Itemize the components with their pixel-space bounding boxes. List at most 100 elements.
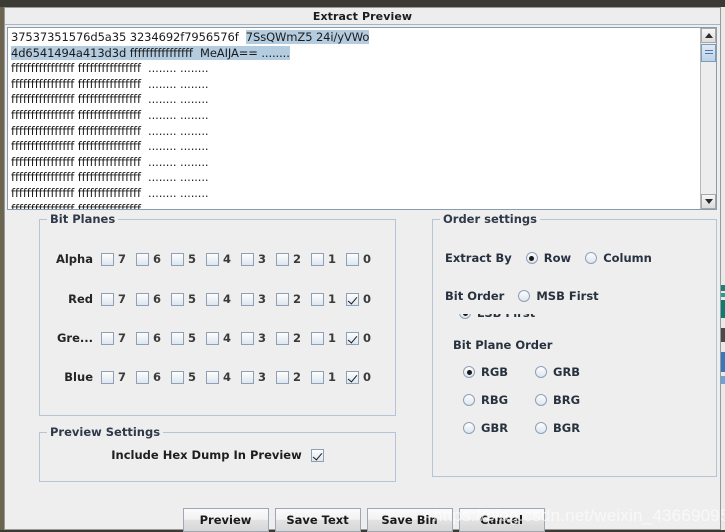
bit-plane-cell: 5 (171, 370, 206, 384)
hex-dump-ascii: ........ ........ (148, 139, 209, 154)
radio-brg[interactable] (535, 394, 547, 406)
bit-plane-channel-label: Gre... (56, 331, 93, 345)
radio-column[interactable] (585, 252, 598, 264)
include-hex-dump-row[interactable]: Include Hex Dump In Preview (39, 444, 396, 466)
checkbox-blue-bit5[interactable] (171, 370, 184, 384)
checkbox-red-bit4[interactable] (206, 292, 219, 306)
bit-plane-order-rgb-label: RGB (481, 365, 509, 379)
bit-plane-cell: 4 (206, 252, 241, 266)
checkbox-alpha-bit0[interactable] (346, 252, 359, 266)
bit-plane-order-option-grb[interactable]: GRB (535, 365, 607, 379)
bit-plane-order-options: RGB GRB RBG BRG GBR BGR (463, 365, 607, 435)
hex-dump-ascii: 7SsQWmZ5 24i/yVWo (245, 30, 370, 44)
hex-dump-ascii: ........ ........ (148, 170, 209, 185)
cancel-button[interactable]: Cancel (458, 508, 545, 532)
hex-dump-line: ffffffffffffffff ffffffffffffffff ......… (11, 108, 700, 124)
hex-dump-text[interactable]: 37537351576d5a35 3234692f7956576f 7SsQWm… (8, 28, 700, 209)
checkbox-blue-bit3[interactable] (241, 370, 254, 384)
bit-plane-cell: 1 (311, 252, 346, 266)
checkbox-red-bit2[interactable] (276, 292, 289, 306)
bit-plane-order-option-bgr[interactable]: BGR (535, 421, 607, 435)
bit-plane-order-brg-label: BRG (553, 393, 581, 407)
grip-icon (705, 50, 713, 56)
bit-order-option-lsb[interactable]: LSB First (445, 314, 645, 325)
bit-number-label: 5 (188, 370, 197, 384)
bit-plane-cell: 7 (101, 370, 136, 384)
triangle-up-icon (704, 33, 713, 38)
preview-button[interactable]: Preview (182, 508, 269, 532)
checkbox-blue-bit7[interactable] (101, 370, 114, 384)
preview-text-area[interactable]: 37537351576d5a35 3234692f7956576f 7SsQWm… (7, 27, 717, 210)
bit-plane-order-option-rgb[interactable]: RGB (463, 365, 535, 379)
bit-planes-title: Bit Planes (47, 212, 119, 226)
radio-lsb-first[interactable] (459, 314, 471, 319)
bit-plane-order-option-gbr[interactable]: GBR (463, 421, 535, 435)
checkbox-gre-bit1[interactable] (311, 331, 324, 345)
extract-by-option-column[interactable]: Column (585, 251, 652, 265)
checkbox-gre-bit3[interactable] (241, 331, 254, 345)
bit-plane-cell: 0 (346, 331, 381, 345)
save-text-button[interactable]: Save Text (274, 508, 361, 532)
checkbox-red-bit3[interactable] (241, 292, 254, 306)
checkbox-blue-bit6[interactable] (136, 370, 149, 384)
extract-by-option-row[interactable]: Row (525, 251, 571, 265)
bit-plane-cell: 6 (136, 252, 171, 266)
bit-number-label: 6 (153, 292, 162, 306)
scroll-down-button[interactable] (701, 194, 716, 209)
radio-gbr[interactable] (463, 422, 475, 434)
checkbox-red-bit6[interactable] (136, 292, 149, 306)
hex-dump-ascii: ........ ........ (148, 61, 209, 76)
bit-number-label: 4 (223, 331, 232, 345)
preview-vertical-scrollbar[interactable] (700, 28, 716, 209)
checkbox-gre-bit0[interactable] (346, 331, 359, 345)
bit-plane-row-red: Red 7 6 5 4 3 2 1 0 (39, 289, 396, 309)
hex-dump-line: ffffffffffffffff ffffffffffffffff ......… (11, 139, 700, 155)
bit-plane-order-option-rbg[interactable]: RBG (463, 393, 535, 407)
checkbox-blue-bit2[interactable] (276, 370, 289, 384)
checkbox-alpha-bit6[interactable] (136, 252, 149, 266)
bit-plane-order-grb-label: GRB (553, 365, 581, 379)
checkbox-gre-bit5[interactable] (171, 331, 184, 345)
radio-rbg[interactable] (463, 394, 475, 406)
radio-row[interactable] (525, 252, 538, 264)
checkbox-gre-bit4[interactable] (206, 331, 219, 345)
hex-dump-ascii: ........ ........ (148, 154, 209, 169)
bit-order-option-msb[interactable]: MSB First (518, 289, 599, 303)
checkbox-red-bit7[interactable] (101, 292, 114, 306)
checkbox-blue-bit0[interactable] (346, 370, 359, 384)
checkbox-gre-bit7[interactable] (101, 331, 114, 345)
bit-number-label: 7 (118, 252, 127, 266)
checkbox-alpha-bit5[interactable] (171, 252, 184, 266)
checkbox-alpha-bit4[interactable] (206, 252, 219, 266)
scroll-up-button[interactable] (701, 28, 716, 43)
bit-number-label: 0 (363, 370, 372, 384)
radio-msb-first[interactable] (518, 290, 531, 302)
checkbox-blue-bit1[interactable] (311, 370, 324, 384)
checkbox-red-bit1[interactable] (311, 292, 324, 306)
radio-rgb[interactable] (463, 366, 475, 378)
checkbox-alpha-bit3[interactable] (241, 252, 254, 266)
hex-dump-line: ffffffffffffffff ffffffffffffffff ......… (11, 186, 700, 202)
radio-grb[interactable] (535, 366, 547, 378)
radio-bgr[interactable] (535, 422, 547, 434)
include-hex-dump-checkbox[interactable] (310, 448, 324, 462)
checkbox-red-bit5[interactable] (171, 292, 184, 306)
bit-plane-order-option-brg[interactable]: BRG (535, 393, 607, 407)
save-bin-button[interactable]: Save Bin (366, 508, 453, 532)
checkbox-alpha-bit1[interactable] (311, 252, 324, 266)
bit-number-label: 0 (363, 292, 372, 306)
hex-dump-ascii: ........ ........ (148, 107, 209, 122)
scrollbar-track[interactable] (701, 43, 716, 194)
bit-number-label: 6 (153, 370, 162, 384)
checkbox-alpha-bit2[interactable] (276, 252, 289, 266)
checkbox-alpha-bit7[interactable] (101, 252, 114, 266)
checkbox-blue-bit4[interactable] (206, 370, 219, 384)
checkbox-gre-bit2[interactable] (276, 331, 289, 345)
scrollbar-thumb[interactable] (701, 44, 716, 62)
bit-number-label: 3 (258, 252, 267, 266)
bit-number-label: 4 (223, 370, 232, 384)
checkbox-red-bit0[interactable] (346, 292, 359, 306)
checkbox-gre-bit6[interactable] (136, 331, 149, 345)
bit-plane-channel-label: Alpha (55, 252, 93, 266)
bit-number-label: 1 (328, 252, 337, 266)
